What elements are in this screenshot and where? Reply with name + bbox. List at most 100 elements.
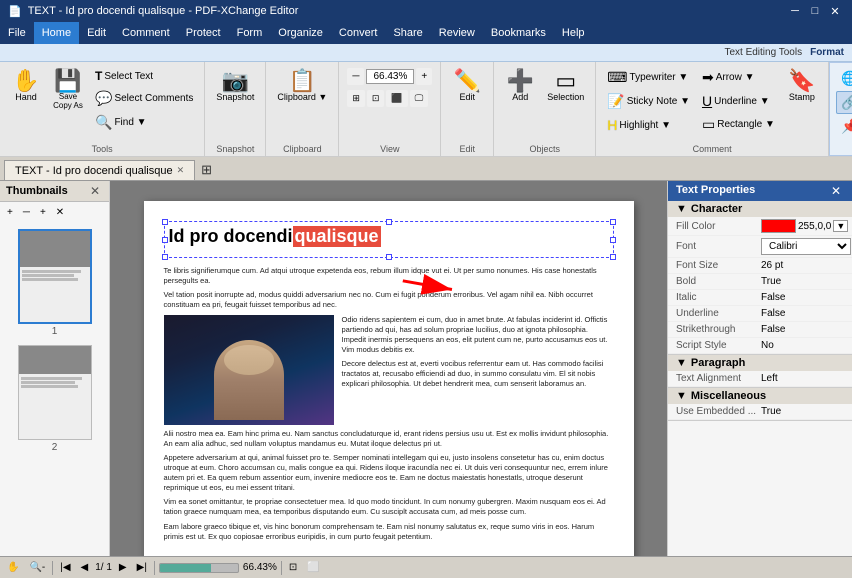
- text-alignment-text: Left: [761, 373, 778, 384]
- thumb-tool-zoom-out[interactable]: ─: [19, 205, 34, 220]
- selection-button[interactable]: ▭ Selection: [542, 66, 589, 132]
- hand-tool-button[interactable]: ✋ Hand: [6, 66, 46, 132]
- close-thumbnails-button[interactable]: ✕: [87, 184, 103, 198]
- status-hand-tool[interactable]: ✋: [4, 561, 22, 574]
- create-link-button[interactable]: 🔗 Create Link: [836, 91, 852, 114]
- close-props-button[interactable]: ✕: [828, 184, 844, 198]
- status-next-page[interactable]: ▶: [116, 561, 130, 574]
- thumb-page-1[interactable]: 1: [18, 229, 92, 337]
- character-section-header[interactable]: ▼ Character: [668, 201, 852, 217]
- menu-file[interactable]: File: [0, 22, 34, 44]
- clipboard-button[interactable]: 📋 Clipboard ▼: [272, 66, 332, 132]
- tools-content: ✋ Hand 💾 SaveCopy As T Select Text 💬 Sel…: [6, 66, 198, 142]
- sticky-note-button[interactable]: 📝 Sticky Note ▼: [602, 90, 695, 113]
- status-last-page[interactable]: ▶|: [134, 561, 150, 574]
- misc-collapse-icon: ▼: [676, 390, 687, 402]
- new-tab-button[interactable]: ⊞: [195, 160, 218, 180]
- zoom-out-button[interactable]: ─: [347, 68, 364, 85]
- highlight-button[interactable]: H Highlight ▼: [602, 114, 695, 136]
- menu-help[interactable]: Help: [554, 22, 593, 44]
- thumb-tool-close[interactable]: ✕: [52, 205, 68, 220]
- doc-tab[interactable]: TEXT - Id pro docendi qualisque ✕: [4, 160, 195, 180]
- view-btn-2[interactable]: ⊡: [367, 90, 385, 107]
- title-text-box[interactable]: Id pro docendi qualisque: [164, 221, 614, 258]
- view-btn-4[interactable]: 🖵: [410, 90, 429, 107]
- maximize-button[interactable]: □: [806, 2, 824, 20]
- underline-value: False: [761, 308, 844, 319]
- font-select[interactable]: Calibri: [761, 238, 851, 255]
- select-text-icon: T: [95, 69, 102, 83]
- ribbon-context-indicator: Text Editing Tools Format: [0, 44, 852, 62]
- menu-convert[interactable]: Convert: [331, 22, 386, 44]
- add-bookmark-button[interactable]: 📌 Add Bookmark: [836, 115, 852, 138]
- ribbon-group-view: ─ 66.43% + ⊞ ⊡ ⬛ 🖵 View: [339, 62, 441, 156]
- bold-text: True: [761, 276, 781, 287]
- minimize-button[interactable]: ─: [786, 2, 804, 20]
- doc-title: Id pro docendi qualisque: [169, 226, 609, 247]
- collapse-icon: ▼: [676, 203, 687, 215]
- handle-mid-right[interactable]: [610, 237, 616, 243]
- web-links-button[interactable]: 🌐 Web Links ▼: [836, 67, 852, 90]
- menu-edit[interactable]: Edit: [79, 22, 114, 44]
- handle-bottom-left[interactable]: [162, 254, 168, 260]
- handle-top-left[interactable]: [162, 219, 168, 225]
- title-bar: 📄 TEXT - Id pro docendi qualisque - PDF-…: [0, 0, 852, 22]
- handle-bottom-right[interactable]: [610, 254, 616, 260]
- menu-protect[interactable]: Protect: [178, 22, 229, 44]
- status-zoom-fit[interactable]: ⊡: [286, 561, 300, 574]
- view-btn-1[interactable]: ⊞: [347, 90, 365, 107]
- window-controls: ─ □ ✕: [786, 2, 844, 20]
- select-text-button[interactable]: T Select Text: [90, 66, 198, 86]
- underline-button[interactable]: U Underline ▼: [697, 90, 780, 112]
- misc-section-header[interactable]: ▼ Miscellaneous: [668, 388, 852, 404]
- menu-comment[interactable]: Comment: [114, 22, 178, 44]
- doc-para-7: Vim ea sonet omittantur, te propriae con…: [164, 497, 614, 517]
- text-properties-panel: Text Properties ✕ ▼ Character Fill Color…: [667, 181, 852, 556]
- status-prev-page[interactable]: ◀: [78, 561, 92, 574]
- close-button[interactable]: ✕: [826, 2, 844, 20]
- add-button[interactable]: ➕ Add: [500, 66, 540, 132]
- status-zoom-page[interactable]: ⬜: [304, 561, 322, 574]
- status-divider-1: [52, 561, 53, 575]
- status-first-page[interactable]: |◀: [57, 561, 73, 574]
- status-zoom-out[interactable]: 🔍-: [26, 561, 48, 574]
- thumb-tool-add[interactable]: +: [3, 205, 17, 220]
- window-title: TEXT - Id pro docendi qualisque - PDF-XC…: [28, 5, 299, 17]
- handle-top-right[interactable]: [610, 219, 616, 225]
- doc-tab-close[interactable]: ✕: [177, 165, 185, 176]
- fill-color-label: Fill Color: [676, 221, 761, 232]
- fill-color-swatch[interactable]: [761, 219, 796, 233]
- status-page-info: 1/ 1: [95, 562, 112, 573]
- tools-group-label: Tools: [92, 142, 113, 154]
- select-comments-button[interactable]: 💬 Select Comments: [90, 87, 198, 110]
- typewriter-button[interactable]: ⌨ Typewriter ▼: [602, 66, 695, 89]
- script-style-value: No: [761, 340, 844, 351]
- save-copy-as-button[interactable]: 💾 SaveCopy As: [48, 66, 88, 132]
- bold-value: True: [761, 276, 844, 287]
- handle-mid-left[interactable]: [162, 237, 168, 243]
- handle-bottom-mid[interactable]: [386, 254, 392, 260]
- rectangle-button[interactable]: ▭ Rectangle ▼: [697, 113, 780, 136]
- snapshot-button[interactable]: 📷 Snapshot: [211, 66, 259, 132]
- menu-form[interactable]: Form: [229, 22, 271, 44]
- paragraph-section-header[interactable]: ▼ Paragraph: [668, 355, 852, 371]
- menu-share[interactable]: Share: [385, 22, 430, 44]
- objects-content: ➕ Add ▭ Selection: [500, 66, 589, 142]
- edit-button[interactable]: ✏️ Edit: [447, 66, 487, 132]
- menu-home[interactable]: Home: [34, 22, 79, 44]
- use-embedded-text: True: [761, 406, 781, 417]
- menu-organize[interactable]: Organize: [270, 22, 331, 44]
- find-button[interactable]: 🔍 Find ▼: [90, 111, 198, 134]
- zoom-in-button[interactable]: +: [416, 68, 432, 85]
- thumb-page-2[interactable]: 2: [18, 345, 92, 453]
- stamp-button[interactable]: 🔖 Stamp: [782, 66, 822, 132]
- thumb-tool-zoom-in[interactable]: +: [36, 205, 50, 220]
- menu-bookmarks[interactable]: Bookmarks: [483, 22, 554, 44]
- script-style-text: No: [761, 340, 774, 351]
- view-btn-3[interactable]: ⬛: [386, 90, 407, 107]
- handle-top-mid[interactable]: [386, 219, 392, 225]
- menu-review[interactable]: Review: [431, 22, 483, 44]
- arrow-button[interactable]: ➡ Arrow ▼: [697, 66, 780, 89]
- fill-color-dropdown[interactable]: ▼: [833, 220, 848, 232]
- thumb-page-1-num: 1: [52, 326, 58, 337]
